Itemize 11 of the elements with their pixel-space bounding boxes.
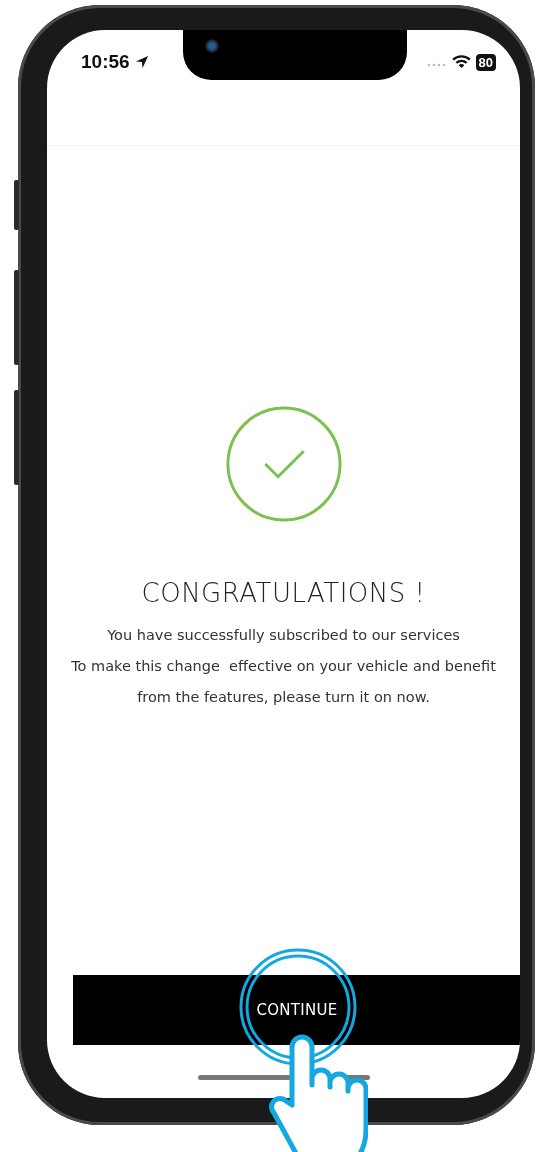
check-circle-icon [224, 405, 343, 523]
signal-icon [426, 63, 447, 67]
wifi-icon [451, 55, 471, 69]
continue-button[interactable]: CONTINUE [73, 975, 520, 1045]
location-arrow-icon [134, 55, 149, 69]
battery-indicator: 80 [475, 53, 496, 71]
status-time: 10:56 [81, 51, 130, 73]
message-text: You have successfully subscribed to our services [106, 626, 461, 645]
camera-lens [205, 39, 219, 53]
success-title: CONGRATULATIONS ! [141, 577, 426, 610]
message-text: To make this change effective on your vehicle and benefit from the features, please turn it on now. [70, 657, 497, 707]
